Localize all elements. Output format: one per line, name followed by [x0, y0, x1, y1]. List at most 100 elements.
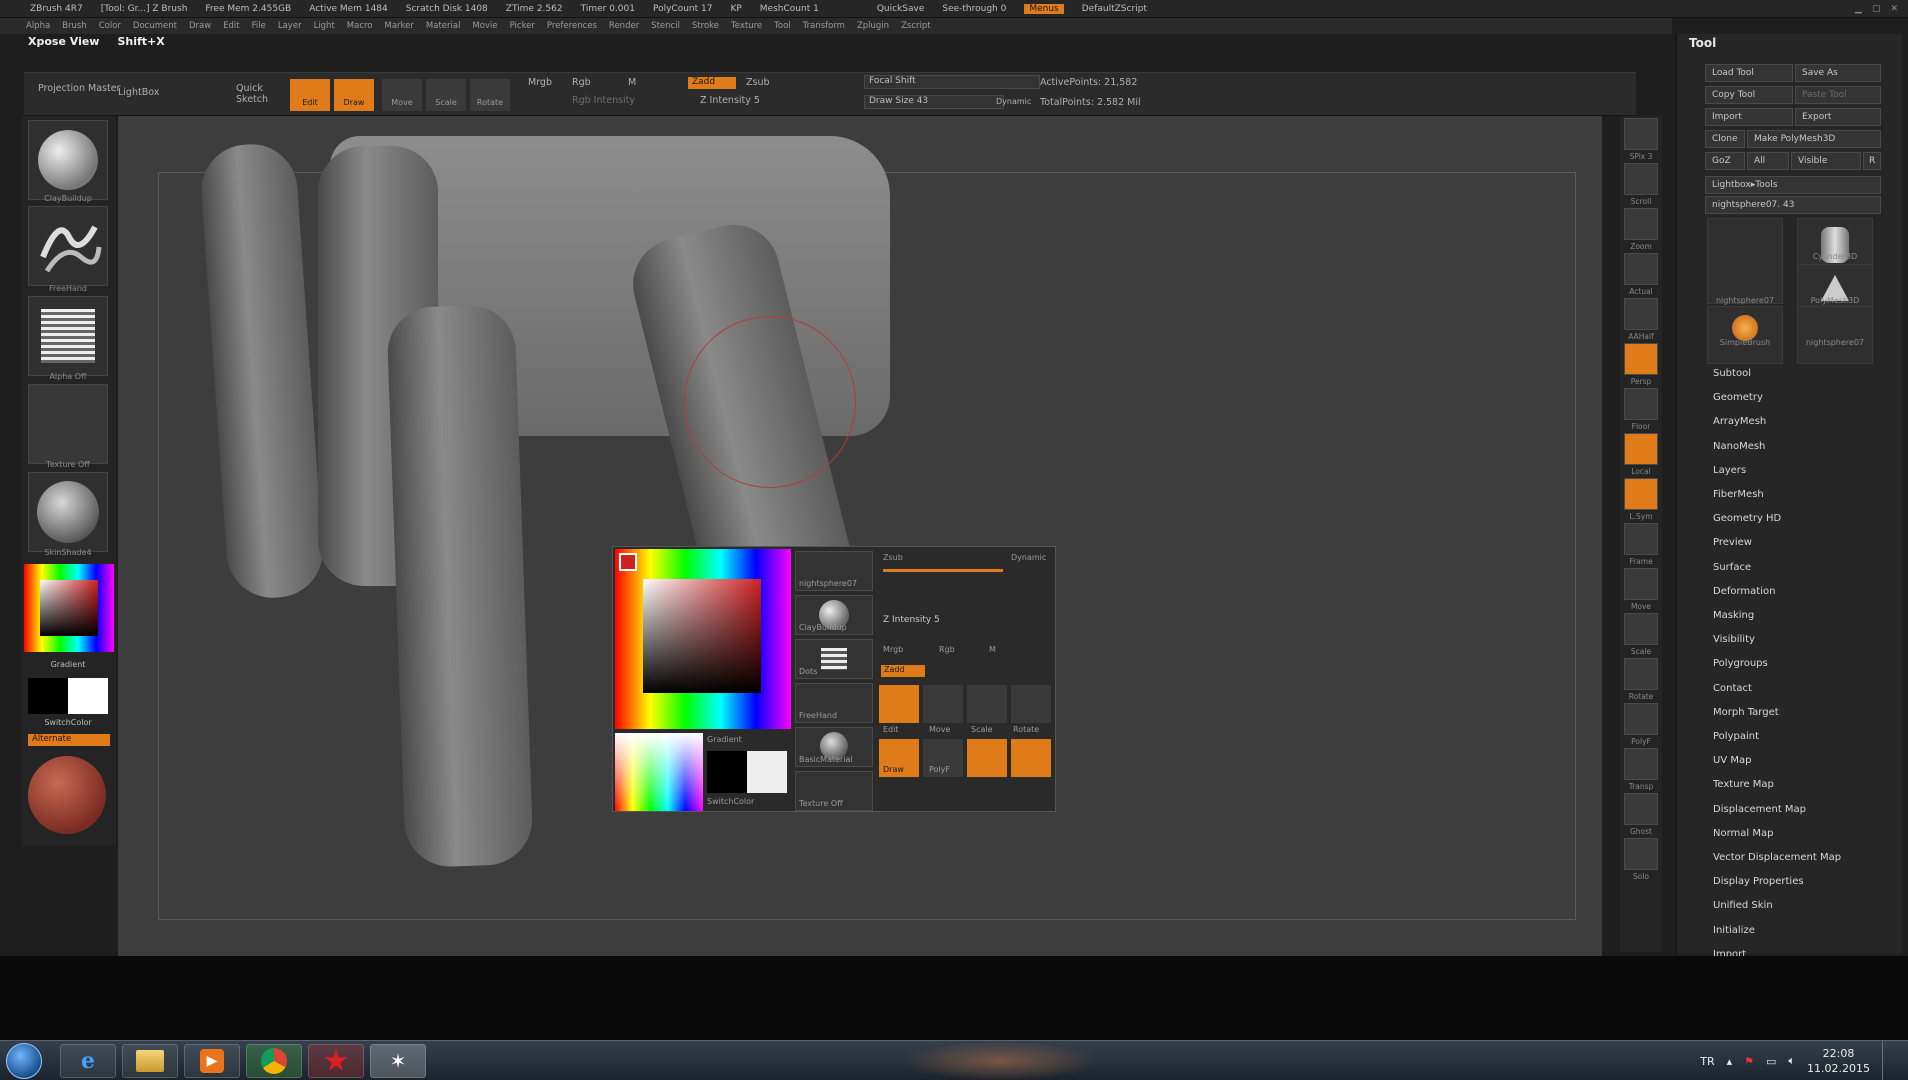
- rightshelf-polyf-button[interactable]: [1624, 703, 1658, 735]
- menu-light[interactable]: Light: [314, 21, 335, 31]
- menu-transform[interactable]: Transform: [803, 21, 845, 31]
- copy-tool-button[interactable]: Copy Tool: [1705, 86, 1793, 104]
- zadd-button[interactable]: Zadd: [688, 77, 736, 89]
- palette-rgb-button[interactable]: Rgb: [939, 645, 955, 654]
- default-script-button[interactable]: DefaultZScript: [1082, 4, 1147, 14]
- palette-m-button[interactable]: M: [989, 645, 996, 654]
- texture-selector[interactable]: [28, 384, 108, 464]
- subpalette-contact[interactable]: Contact: [1713, 683, 1752, 694]
- draw-button[interactable]: Draw: [334, 79, 374, 111]
- palette-zsub-button[interactable]: Zsub: [883, 553, 903, 562]
- subpalette-surface[interactable]: Surface: [1713, 562, 1751, 573]
- save-as-button[interactable]: Save As: [1795, 64, 1881, 82]
- see-through-slider[interactable]: See-through 0: [942, 4, 1006, 14]
- menu-file[interactable]: File: [252, 21, 266, 31]
- subpalette-polygroups[interactable]: Polygroups: [1713, 658, 1768, 669]
- subpalette-geometry-hd[interactable]: Geometry HD: [1713, 513, 1781, 524]
- tool-thumb-nightsphere-2[interactable]: [1797, 306, 1873, 364]
- subpalette-layers[interactable]: Layers: [1713, 465, 1746, 476]
- goz-r-button[interactable]: R: [1863, 152, 1881, 170]
- make-polymesh-button[interactable]: Make PolyMesh3D: [1747, 130, 1881, 148]
- rightshelf-floor-button[interactable]: [1624, 388, 1658, 420]
- subpalette-normal-map[interactable]: Normal Map: [1713, 828, 1773, 839]
- taskbar-internet-explorer[interactable]: e: [60, 1044, 116, 1078]
- palette-zadd-button[interactable]: Zadd: [881, 665, 925, 677]
- color-picker-square[interactable]: [40, 580, 98, 636]
- taskbar-zbrush[interactable]: ✶: [370, 1044, 426, 1078]
- menu-stroke[interactable]: Stroke: [692, 21, 719, 31]
- palette-switch-color-label[interactable]: SwitchColor: [707, 797, 754, 806]
- rightshelf-frame-button[interactable]: [1624, 523, 1658, 555]
- palette-edit-button[interactable]: [879, 685, 919, 723]
- palette-move-button[interactable]: [923, 685, 963, 723]
- action-center-flag-icon[interactable]: ⚑: [1744, 1055, 1754, 1068]
- subpalette-display-properties[interactable]: Display Properties: [1713, 876, 1804, 887]
- rightshelf-zoom-button[interactable]: [1624, 208, 1658, 240]
- taskbar-media-player[interactable]: ▶: [184, 1044, 240, 1078]
- switch-color-swatch[interactable]: [28, 678, 108, 714]
- show-desktop-button[interactable]: [1882, 1041, 1894, 1080]
- alpha-selector[interactable]: [28, 296, 108, 376]
- subpalette-nanomesh[interactable]: NanoMesh: [1713, 441, 1765, 452]
- rotate-button[interactable]: Rotate: [470, 79, 510, 111]
- rightshelf-rotate-button[interactable]: [1624, 658, 1658, 690]
- menu-layer[interactable]: Layer: [278, 21, 302, 31]
- goz-button[interactable]: GoZ: [1705, 152, 1745, 170]
- tool-thumb-nightsphere[interactable]: [1707, 218, 1783, 304]
- menu-alpha[interactable]: Alpha: [26, 21, 50, 31]
- rightshelf-local-button[interactable]: [1624, 433, 1658, 465]
- subpalette-visibility[interactable]: Visibility: [1713, 634, 1755, 645]
- rightshelf-solo-button[interactable]: [1624, 838, 1658, 870]
- close-icon[interactable]: ✕: [1890, 4, 1898, 14]
- menu-stencil[interactable]: Stencil: [651, 21, 680, 31]
- subpalette-masking[interactable]: Masking: [1713, 610, 1754, 621]
- menu-preferences[interactable]: Preferences: [547, 21, 597, 31]
- goz-all-button[interactable]: All: [1747, 152, 1789, 170]
- maximize-icon[interactable]: ▢: [1872, 4, 1881, 14]
- rightshelf-l-sym-button[interactable]: [1624, 478, 1658, 510]
- palette-color-square[interactable]: [643, 579, 761, 693]
- scale-button[interactable]: Scale: [426, 79, 466, 111]
- subpalette-subtool[interactable]: Subtool: [1713, 368, 1751, 379]
- import-button[interactable]: Import: [1705, 108, 1793, 126]
- palette-mrgb-button[interactable]: Mrgb: [883, 645, 903, 654]
- projection-master-button[interactable]: Projection Master: [38, 83, 120, 94]
- subpalette-texture-map[interactable]: Texture Map: [1713, 779, 1774, 790]
- z-intensity-slider[interactable]: Z Intensity 5: [700, 95, 760, 106]
- subpalette-vector-displacement-map[interactable]: Vector Displacement Map: [1713, 852, 1841, 863]
- active-material-swatch[interactable]: [28, 756, 106, 834]
- rightshelf-aahalf-button[interactable]: [1624, 298, 1658, 330]
- show-hidden-icons[interactable]: ▴: [1727, 1055, 1733, 1068]
- menu-brush[interactable]: Brush: [62, 21, 87, 31]
- switch-color-label[interactable]: SwitchColor: [28, 718, 108, 727]
- taskbar-chrome[interactable]: [246, 1044, 302, 1078]
- network-icon[interactable]: ▭: [1766, 1055, 1776, 1068]
- load-tool-button[interactable]: Load Tool: [1705, 64, 1793, 82]
- rightshelf-actual-button[interactable]: [1624, 253, 1658, 285]
- subpalette-morph-target[interactable]: Morph Target: [1713, 707, 1779, 718]
- rightshelf-transp-button[interactable]: [1624, 748, 1658, 780]
- rightshelf-spix-3-button[interactable]: [1624, 118, 1658, 150]
- menu-movie[interactable]: Movie: [472, 21, 497, 31]
- zsub-button[interactable]: Zsub: [746, 77, 770, 88]
- subpalette-arraymesh[interactable]: ArrayMesh: [1713, 416, 1766, 427]
- menu-macro[interactable]: Macro: [347, 21, 373, 31]
- subpalette-initialize[interactable]: Initialize: [1713, 925, 1755, 936]
- subpalette-uv-map[interactable]: UV Map: [1713, 755, 1751, 766]
- move-button[interactable]: Move: [382, 79, 422, 111]
- subpalette-fibermesh[interactable]: FiberMesh: [1713, 489, 1764, 500]
- palette-local-symmetry-button[interactable]: [967, 739, 1007, 777]
- palette-z-intensity-slider[interactable]: Z Intensity 5: [883, 615, 940, 625]
- palette-gradient-strip[interactable]: [615, 733, 703, 811]
- paste-tool-button[interactable]: Paste Tool: [1795, 86, 1881, 104]
- menus-button[interactable]: Menus: [1024, 3, 1064, 14]
- clone-button[interactable]: Clone: [1705, 130, 1745, 148]
- rightshelf-scroll-button[interactable]: [1624, 163, 1658, 195]
- taskbar-explorer[interactable]: [122, 1044, 178, 1078]
- lightbox-tools-button[interactable]: Lightbox▸Tools: [1705, 176, 1881, 194]
- subpalette-displacement-map[interactable]: Displacement Map: [1713, 804, 1806, 815]
- material-selector[interactable]: [28, 472, 108, 552]
- menu-texture[interactable]: Texture: [731, 21, 762, 31]
- mrgb-button[interactable]: Mrgb: [528, 77, 552, 88]
- hand-model-finger-middle[interactable]: [386, 303, 534, 869]
